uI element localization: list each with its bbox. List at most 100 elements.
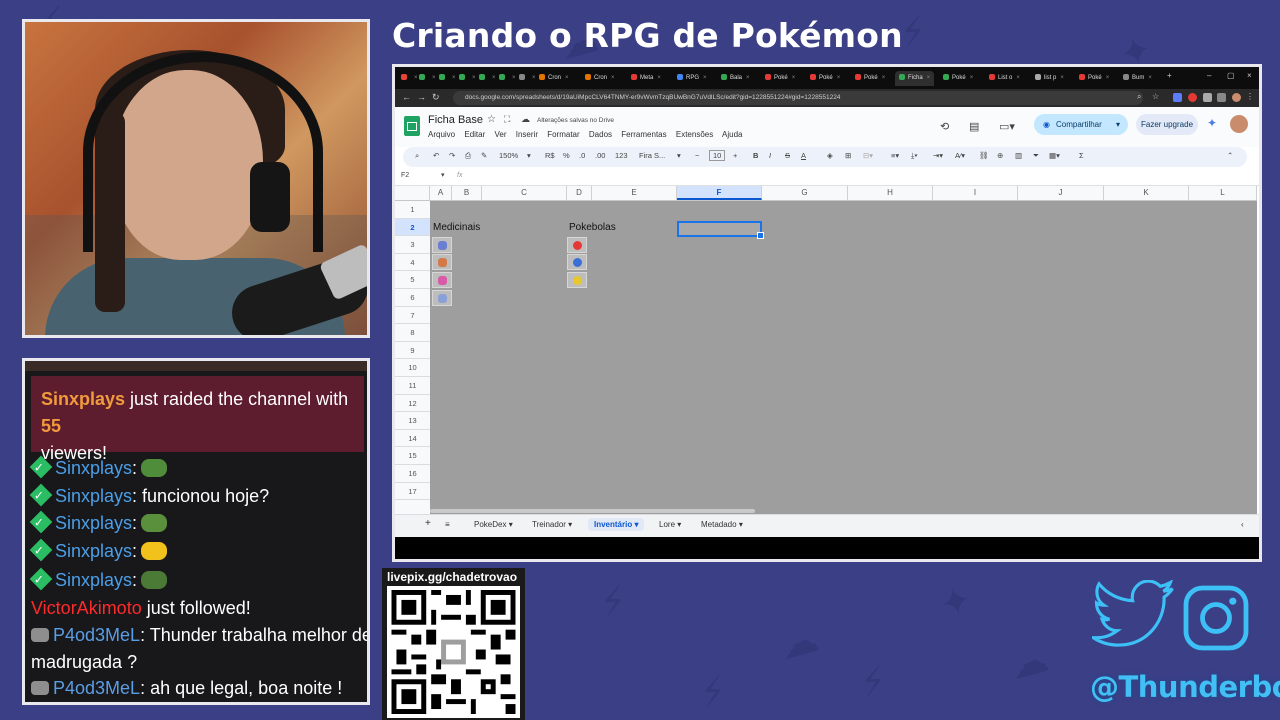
sheets-logo-icon[interactable] [404, 116, 420, 136]
print-icon[interactable]: ⎙ [465, 151, 471, 161]
name-box[interactable]: F2 [401, 172, 409, 179]
menu-formatar[interactable]: Formatar [547, 130, 579, 139]
search-menus-icon[interactable]: ⌕ [415, 151, 419, 161]
history-icon[interactable]: ⟲ [940, 120, 949, 133]
sheet-tab-pokedex[interactable]: PokeDex ▾ [474, 520, 513, 529]
font-size-input[interactable]: 10 [709, 150, 726, 161]
filter-views-icon[interactable]: ▦▾ [1049, 151, 1060, 160]
bold-icon[interactable]: B [753, 151, 758, 160]
potion-icon[interactable] [432, 237, 452, 253]
insert-comment-icon[interactable]: ⊕ [997, 151, 1003, 160]
browser-tab[interactable]: RPG × [677, 71, 707, 86]
potion-icon[interactable] [432, 290, 452, 306]
upgrade-button[interactable]: Fazer upgrade [1136, 114, 1198, 135]
star-icon[interactable]: ☆ [487, 114, 496, 125]
redo-icon[interactable]: ↷ [449, 151, 455, 160]
browser-tab[interactable]: Poké × [765, 71, 795, 86]
back-icon[interactable]: ← [402, 92, 411, 102]
row-header[interactable]: 7 [395, 306, 430, 325]
browser-tab[interactable]: × [439, 71, 456, 86]
move-folder-icon[interactable]: ⛶ [504, 114, 510, 125]
spreadsheet-grid[interactable]: A B C D E F G H I J K L 1 2 3 4 5 6 7 8 … [395, 186, 1257, 525]
add-sheet-icon[interactable]: + [425, 518, 431, 529]
italic-icon[interactable]: I [769, 151, 771, 160]
column-header[interactable]: K [1104, 186, 1189, 200]
forward-icon[interactable]: → [417, 92, 426, 102]
browser-tab[interactable]: Poké × [943, 71, 973, 86]
borders-icon[interactable]: ⊞ [845, 151, 851, 160]
row-header[interactable]: 14 [395, 429, 430, 448]
potion-icon[interactable] [432, 254, 452, 270]
greatball-icon[interactable] [567, 254, 587, 270]
row-header-selected[interactable]: 2 [395, 218, 430, 237]
row-header[interactable]: 8 [395, 324, 430, 342]
url-field[interactable]: docs.google.com/spreadsheets/d/19aUiMpcC… [453, 91, 1143, 105]
chevron-down-icon[interactable]: ▾ [441, 171, 445, 179]
row-header[interactable]: 9 [395, 341, 430, 360]
meet-video-icon[interactable]: ▭▾ [999, 120, 1015, 133]
text-color-icon[interactable]: A [801, 151, 806, 160]
column-header[interactable]: G [762, 186, 848, 200]
profile-icon[interactable] [1232, 93, 1241, 102]
menu-extensoes[interactable]: Extensões [676, 130, 713, 139]
menu-ver[interactable]: Ver [495, 130, 507, 139]
insert-link-icon[interactable]: ⛓ [979, 151, 989, 160]
browser-tab[interactable]: Bala × [721, 71, 750, 86]
share-button[interactable]: Compartilhar [1034, 114, 1128, 135]
filter-icon[interactable]: ⏷ [1033, 151, 1039, 161]
comments-icon[interactable]: ▤ [969, 120, 979, 133]
menu-ajuda[interactable]: Ajuda [722, 130, 742, 139]
extension-icon[interactable] [1173, 93, 1182, 102]
cell-d2-pokebolas[interactable]: Pokebolas [569, 222, 616, 233]
column-header[interactable]: J [1018, 186, 1104, 200]
all-sheets-icon[interactable]: ≡ [445, 520, 450, 529]
font-size-increase-icon[interactable]: + [733, 151, 737, 160]
close-window-icon[interactable]: × [1247, 71, 1252, 80]
undo-icon[interactable]: ↶ [433, 151, 439, 160]
paint-format-icon[interactable]: ✎ [481, 151, 487, 160]
avatar[interactable] [1230, 115, 1248, 133]
extension-icon[interactable] [1203, 93, 1212, 102]
horizontal-scrollbar[interactable] [430, 509, 755, 513]
row-header[interactable]: 16 [395, 465, 430, 483]
column-header[interactable]: C [482, 186, 567, 200]
browser-tab[interactable]: Cron × [539, 71, 569, 86]
merge-cells-icon[interactable]: ⊟▾ [863, 151, 873, 160]
browser-tab[interactable]: × [479, 71, 496, 86]
browser-tab[interactable]: × [401, 71, 418, 86]
browser-tab[interactable]: List o × [989, 71, 1020, 86]
menu-ferramentas[interactable]: Ferramentas [621, 130, 666, 139]
row-header[interactable]: 4 [395, 253, 430, 272]
extension-icon[interactable] [1188, 93, 1197, 102]
menu-dados[interactable]: Dados [589, 130, 612, 139]
column-header[interactable]: H [848, 186, 933, 200]
column-header[interactable]: E [592, 186, 677, 200]
browser-tab[interactable]: Cron × [585, 71, 615, 86]
browser-tab[interactable]: Bum × [1123, 71, 1152, 86]
sheet-tab-treinador[interactable]: Treinador ▾ [532, 520, 572, 529]
potion-icon[interactable] [432, 272, 452, 288]
column-header[interactable]: L [1189, 186, 1257, 200]
row-header[interactable]: 15 [395, 447, 430, 465]
browser-tab[interactable]: Meta × [631, 71, 661, 86]
sheet-tab-metadado[interactable]: Metadado ▾ [701, 520, 743, 529]
cell-a2-medicinais[interactable]: Medicinais [433, 222, 480, 233]
strikethrough-icon[interactable]: S [785, 151, 790, 160]
menu-inserir[interactable]: Inserir [516, 130, 538, 139]
font-select[interactable]: Fira S... [639, 151, 665, 160]
row-header[interactable]: 13 [395, 412, 430, 430]
menu-dots-icon[interactable]: ⋮ [1246, 92, 1254, 101]
browser-tab[interactable]: Poké × [855, 71, 885, 86]
menu-arquivo[interactable]: Arquivo [428, 130, 455, 139]
currency-format[interactable]: R$ [545, 151, 555, 160]
maximize-icon[interactable]: ▢ [1227, 71, 1235, 80]
align-vertical-icon[interactable]: ⤓▾ [911, 151, 917, 161]
text-rotation-icon[interactable]: A⁄▾ [955, 151, 965, 160]
column-header[interactable]: D [567, 186, 592, 200]
extensions-puzzle-icon[interactable] [1217, 93, 1226, 102]
browser-tab[interactable]: Poké × [810, 71, 840, 86]
column-header-selected[interactable]: F [677, 186, 762, 200]
sheet-tab-inventario[interactable]: Inventário ▾ [588, 518, 645, 531]
column-header[interactable]: I [933, 186, 1018, 200]
row-header[interactable]: 12 [395, 394, 430, 413]
